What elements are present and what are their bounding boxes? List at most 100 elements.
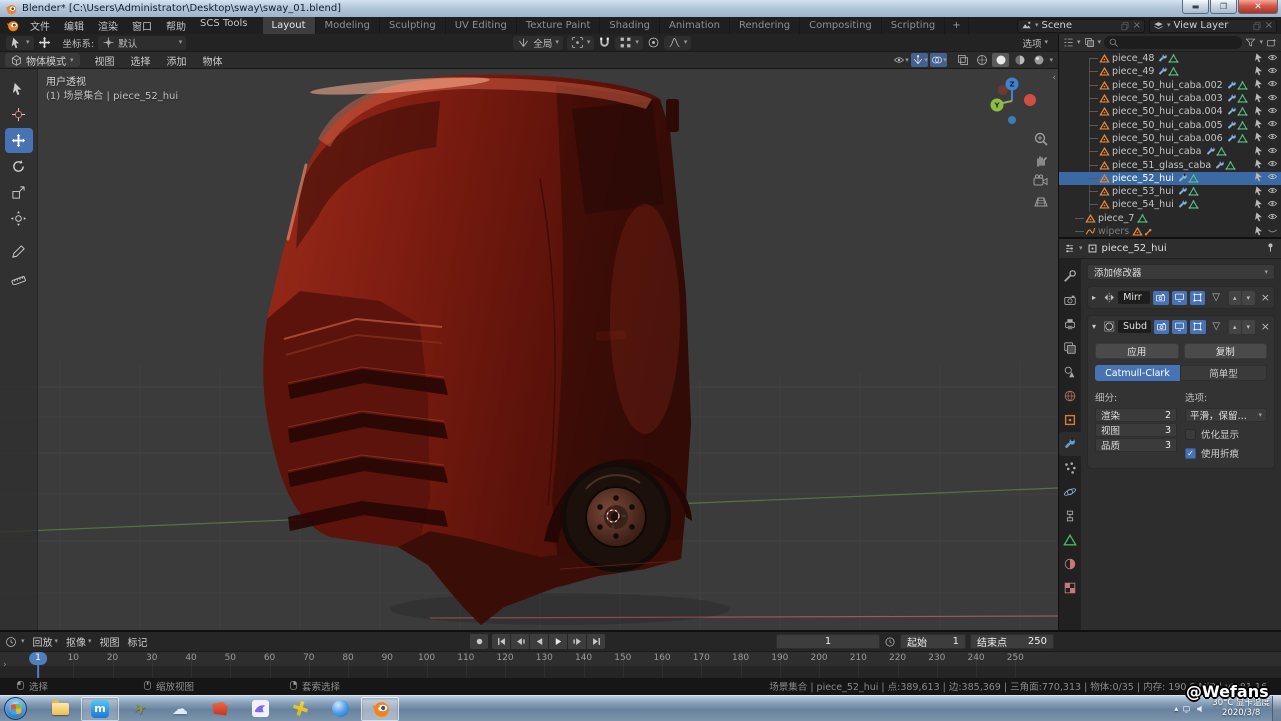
properties-tab-modifiers[interactable] xyxy=(1059,432,1081,456)
frame-end-field[interactable]: 结束点250 xyxy=(970,634,1054,649)
close-button[interactable]: ✕ xyxy=(1238,0,1278,14)
eye-open-icon[interactable] xyxy=(1267,198,1278,212)
taskbar-app-cloud[interactable]: ☁ xyxy=(161,697,199,721)
modifier-move-up-button[interactable]: ▴ xyxy=(1229,291,1242,305)
catmull-clark-button[interactable]: Catmull-Clark xyxy=(1095,365,1180,381)
properties-tab-render[interactable] xyxy=(1059,288,1081,312)
selectable-icon[interactable] xyxy=(1253,118,1264,132)
modifier-editmode-toggle[interactable] xyxy=(1190,320,1205,334)
properties-tab-particles[interactable] xyxy=(1059,456,1081,480)
pin-icon[interactable] xyxy=(1265,242,1276,253)
remove-view-layer-icon[interactable]: × xyxy=(1265,20,1273,31)
viewport-menu-选择[interactable]: 选择 xyxy=(124,53,158,68)
outliner-item-wipers[interactable]: wipers xyxy=(1059,225,1281,237)
modifier-delete-button[interactable]: × xyxy=(1261,320,1270,333)
navigation-gizmo[interactable]: Z Y xyxy=(984,73,1040,129)
outliner-item-piece_54_hui[interactable]: piece_54_hui xyxy=(1059,198,1281,211)
eye-open-icon[interactable] xyxy=(1267,92,1278,106)
simple-button[interactable]: 简单型 xyxy=(1180,365,1267,381)
outliner-item-piece_49[interactable]: piece_49 xyxy=(1059,65,1281,78)
workspace-tab-sculpting[interactable]: Sculpting xyxy=(380,17,446,34)
tray-expand-icon[interactable]: ▴ xyxy=(1174,704,1178,713)
menu-SCS Tools[interactable]: SCS Tools xyxy=(193,18,255,33)
view-layer-selector[interactable]: ▾View Layer × xyxy=(1149,19,1277,33)
modifier-editmode-toggle[interactable] xyxy=(1190,291,1205,305)
outliner-item-piece_7[interactable]: piece_7 xyxy=(1059,212,1281,225)
selectable-icon[interactable] xyxy=(1253,171,1264,185)
use-creases-checkbox[interactable]: ✓ xyxy=(1185,448,1196,459)
record-button[interactable] xyxy=(470,634,488,649)
zoom-icon[interactable] xyxy=(1033,131,1049,147)
tool-move[interactable] xyxy=(5,128,33,153)
workspace-tab-texture-paint[interactable]: Texture Paint xyxy=(517,17,601,34)
properties-tab-object[interactable] xyxy=(1059,408,1081,432)
workspace-tab-scripting[interactable]: Scripting xyxy=(882,17,945,34)
tool-cursor[interactable] xyxy=(5,102,33,127)
workspace-tab-compositing[interactable]: Compositing xyxy=(800,17,882,34)
outliner-item-piece_48[interactable]: piece_48 xyxy=(1059,52,1281,65)
shading-dropdown-arrow[interactable]: ▾ xyxy=(1049,57,1053,64)
eye-open-icon[interactable] xyxy=(1267,52,1278,66)
selectable-icon[interactable] xyxy=(1253,105,1264,119)
overlays-toggle[interactable]: ▾ xyxy=(930,53,947,67)
eye-open-icon[interactable] xyxy=(1267,211,1278,225)
outliner-item-piece_50_hui_caba[interactable]: piece_50_hui_caba xyxy=(1059,145,1281,158)
proportional-editing-icon[interactable] xyxy=(647,36,660,49)
filter-funnel-icon[interactable] xyxy=(1245,37,1256,48)
object-visibility-dropdown[interactable]: ▾ xyxy=(892,53,909,67)
uv-smooth-dropdown[interactable]: 平滑，保留拐角▾ xyxy=(1185,408,1267,422)
outliner-search-input[interactable] xyxy=(1104,36,1242,49)
workspace-tab-layout[interactable]: Layout xyxy=(263,17,316,34)
timeline-menu-回放[interactable]: 回放▾ xyxy=(29,634,63,649)
selectable-icon[interactable] xyxy=(1253,225,1264,237)
scene-selector[interactable]: ▾Scene × xyxy=(1017,19,1145,33)
properties-tab-object-data[interactable] xyxy=(1059,528,1081,552)
minimize-button[interactable]: ▬ xyxy=(1182,0,1209,14)
properties-tab-world[interactable] xyxy=(1059,384,1081,408)
eye-open-icon[interactable] xyxy=(1267,145,1278,159)
sidebar-collapse-icon[interactable]: ‹ xyxy=(1052,73,1056,83)
modifier-move-down-button[interactable]: ▾ xyxy=(1242,320,1255,334)
modifier-realtime-toggle[interactable] xyxy=(1172,320,1187,334)
outliner-item-piece_51_glass_caba[interactable]: piece_51_glass_caba xyxy=(1059,158,1281,171)
show-desktop-button[interactable] xyxy=(1272,696,1281,721)
selectable-icon[interactable] xyxy=(1253,65,1264,79)
play-reverse-button[interactable] xyxy=(530,634,548,649)
taskbar-app-bird[interactable] xyxy=(241,697,279,721)
eye-open-icon[interactable] xyxy=(1267,171,1278,185)
properties-tab-material[interactable] xyxy=(1059,552,1081,576)
menu-帮助[interactable]: 帮助 xyxy=(159,18,193,33)
orientation-dropdown[interactable]: 全局▾ xyxy=(513,36,563,50)
properties-tab-texture[interactable] xyxy=(1059,576,1081,600)
jump-to-start-button[interactable] xyxy=(492,634,510,649)
selectable-icon[interactable] xyxy=(1253,145,1264,159)
eye-open-icon[interactable] xyxy=(1267,65,1278,79)
eye-open-icon[interactable] xyxy=(1267,118,1278,132)
properties-tab-constraints[interactable] xyxy=(1059,504,1081,528)
modifier-oncage-toggle[interactable]: ▽ xyxy=(1208,291,1223,305)
workspace-tab-modeling[interactable]: Modeling xyxy=(316,17,381,34)
unlink-scene-icon[interactable]: × xyxy=(1133,20,1141,31)
modifier-name-field[interactable]: Subd xyxy=(1118,320,1151,333)
taskbar-app-measure-tool[interactable] xyxy=(281,697,319,721)
timeline-expand-icon[interactable]: › xyxy=(3,660,7,670)
snap-magnet-icon[interactable] xyxy=(598,36,611,49)
network-icon[interactable] xyxy=(1182,704,1192,714)
current-frame-field[interactable]: 1 xyxy=(776,634,880,649)
selectable-icon[interactable] xyxy=(1253,185,1264,199)
taskbar-app-qq[interactable] xyxy=(321,697,359,721)
outliner-item-piece_53_hui[interactable]: piece_53_hui xyxy=(1059,185,1281,198)
new-scene-icon[interactable] xyxy=(1120,21,1130,31)
subdiv-渲染-field[interactable]: 渲染2 xyxy=(1095,408,1177,422)
modifier-move-down-button[interactable]: ▾ xyxy=(1242,291,1255,305)
subdiv-视图-field[interactable]: 视图3 xyxy=(1095,423,1177,437)
maximize-button[interactable]: ❐ xyxy=(1210,0,1237,14)
truck-model[interactable] xyxy=(263,74,692,625)
shading-solid-button[interactable] xyxy=(992,53,1009,67)
menu-编辑[interactable]: 编辑 xyxy=(57,18,91,33)
outliner-item-piece_50_hui_caba.005[interactable]: piece_50_hui_caba.005 xyxy=(1059,118,1281,131)
display-mode-icon[interactable] xyxy=(1084,37,1095,48)
eye-open-icon[interactable] xyxy=(1267,131,1278,145)
optimal-display-checkbox[interactable] xyxy=(1185,429,1196,440)
axis-x-ball[interactable] xyxy=(1024,94,1036,106)
